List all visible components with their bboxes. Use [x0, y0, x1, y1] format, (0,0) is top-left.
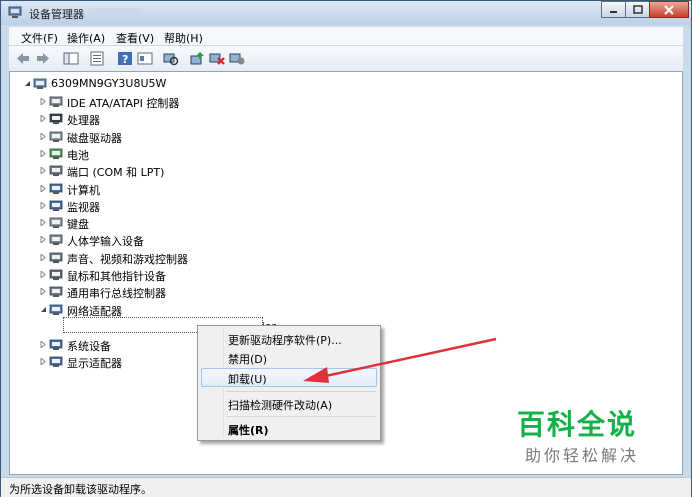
expand-arrow-icon[interactable] — [40, 288, 47, 296]
tree-item-label: 处理器 — [67, 114, 100, 128]
menu-view[interactable]: 查看(V) — [116, 30, 154, 46]
show-hidden-icon[interactable] — [137, 51, 153, 66]
display-adapter-icon — [49, 356, 63, 367]
processor-icon — [49, 113, 63, 125]
expand-arrow-icon[interactable] — [40, 115, 47, 123]
sound-icon — [49, 252, 63, 263]
context-separator-1 — [226, 391, 376, 392]
tree-item-label: 系统设备 — [67, 340, 111, 353]
device-manager-icon — [8, 6, 22, 18]
title-blur — [89, 8, 141, 18]
help-icon[interactable]: ? — [117, 51, 133, 66]
tree-item-label: 6309MN9GY3U8U5W — [51, 77, 167, 90]
expand-arrow-icon[interactable] — [40, 184, 47, 192]
status-text: 为所选设备卸载该驱动程序。 — [9, 483, 152, 496]
uninstall-icon[interactable] — [209, 51, 225, 66]
expand-arrow-icon[interactable] — [40, 219, 47, 227]
maximize-button[interactable] — [625, 1, 650, 18]
show-hide-console-tree-icon[interactable] — [63, 51, 79, 66]
tree-item-label: 磁盘驱动器 — [67, 131, 122, 145]
title-bar[interactable]: 设备管理器 — [1, 1, 691, 25]
window-title: 设备管理器 — [29, 8, 84, 21]
tree-item-label: 通用串行总线控制器 — [67, 287, 166, 301]
keyboard-icon — [49, 217, 63, 229]
red-arrow-annotation — [303, 337, 497, 383]
context-disable[interactable]: 禁用(D) — [228, 351, 267, 367]
tree-item-label: IDE ATA/ATAPI 控制器 — [67, 97, 180, 110]
close-button[interactable] — [649, 1, 689, 18]
tree-item-label: 人体学输入设备 — [67, 235, 144, 249]
disk-drive-icon — [49, 131, 63, 142]
computer-icon — [49, 183, 63, 194]
hid-icon — [49, 234, 63, 246]
context-uninstall[interactable]: 卸载(U) — [228, 371, 267, 387]
expand-arrow-icon[interactable] — [40, 98, 47, 105]
minimize-button[interactable] — [601, 1, 626, 18]
expand-arrow-icon[interactable] — [40, 236, 47, 244]
properties-icon[interactable] — [89, 51, 105, 66]
battery-icon — [49, 148, 63, 159]
tree-item-label: 声音、视频和游戏控制器 — [67, 252, 188, 266]
menu-bar: 文件(F) 操作(A) 查看(V) 帮助(H) — [9, 27, 683, 45]
update-driver-icon[interactable] — [189, 51, 205, 66]
tree-item-label: 电池 — [67, 148, 89, 162]
mouse-icon — [49, 269, 63, 280]
expand-arrow-icon[interactable] — [40, 201, 47, 209]
expand-arrow-icon[interactable] — [40, 271, 47, 278]
menu-action[interactable]: 操作(A) — [67, 30, 105, 46]
close-icon — [664, 4, 674, 15]
expand-arrow-icon[interactable] — [40, 167, 47, 175]
status-bar: 为所选设备卸载该驱动程序。 — [1, 477, 691, 497]
computer-root-icon — [33, 78, 47, 89]
network-adapter-icon — [49, 304, 63, 315]
collapse-arrow-icon[interactable] — [24, 80, 31, 87]
collapse-arrow-icon[interactable] — [40, 306, 47, 313]
back-icon[interactable] — [15, 51, 31, 66]
tree-item-label: 显示适配器 — [67, 357, 122, 370]
context-separator-2 — [226, 416, 376, 417]
expand-arrow-icon[interactable] — [40, 253, 47, 261]
menu-file[interactable]: 文件(F) — [21, 30, 58, 46]
port-icon — [49, 165, 63, 177]
device-manager-window: 设备管理器 文件(F) 操作(A) 查看(V) 帮助(H) ? 6309MN9G… — [0, 0, 692, 497]
expand-arrow-icon[interactable] — [40, 341, 47, 348]
usb-icon — [49, 286, 63, 298]
watermark-subtitle: 助你轻松解决 — [525, 446, 640, 465]
context-properties[interactable]: 属性(R) — [228, 422, 269, 438]
tree-item-label: 鼠标和其他指针设备 — [67, 270, 166, 283]
tree-item-label: 监视器 — [67, 200, 100, 214]
expand-arrow-icon[interactable] — [40, 358, 47, 365]
system-device-icon — [49, 339, 63, 350]
ide-controller-icon — [49, 96, 63, 107]
toolbar: ? — [9, 46, 683, 72]
context-scan-hardware[interactable]: 扫描检测硬件改动(A) — [228, 397, 332, 413]
svg-text:?: ? — [122, 53, 128, 66]
menu-help[interactable]: 帮助(H) — [164, 30, 203, 46]
watermark-title: 百科全说 — [517, 408, 638, 441]
tree-item-label: 键盘 — [67, 218, 89, 232]
expand-arrow-icon[interactable] — [40, 132, 47, 140]
monitor-icon — [49, 200, 63, 211]
disable-icon[interactable] — [229, 51, 245, 66]
scan-hardware-icon[interactable] — [163, 51, 179, 66]
maximize-icon — [632, 5, 643, 14]
forward-icon[interactable] — [35, 51, 51, 66]
tree-item-label: 端口 (COM 和 LPT) — [67, 166, 165, 180]
expand-arrow-icon[interactable] — [40, 149, 47, 157]
minimize-icon — [610, 11, 617, 13]
tree-item-label: 计算机 — [67, 183, 100, 197]
